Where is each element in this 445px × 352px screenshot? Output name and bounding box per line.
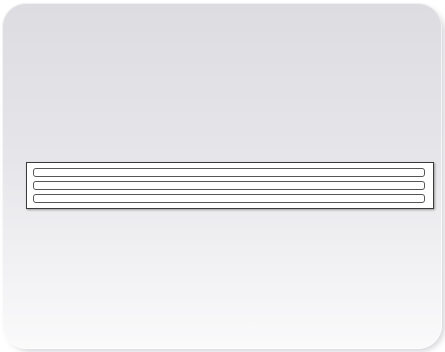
text-field-3[interactable] [33, 194, 425, 203]
screen [0, 0, 445, 352]
field-group [26, 162, 434, 209]
text-field-2[interactable] [33, 181, 425, 190]
text-field-1[interactable] [33, 168, 425, 177]
